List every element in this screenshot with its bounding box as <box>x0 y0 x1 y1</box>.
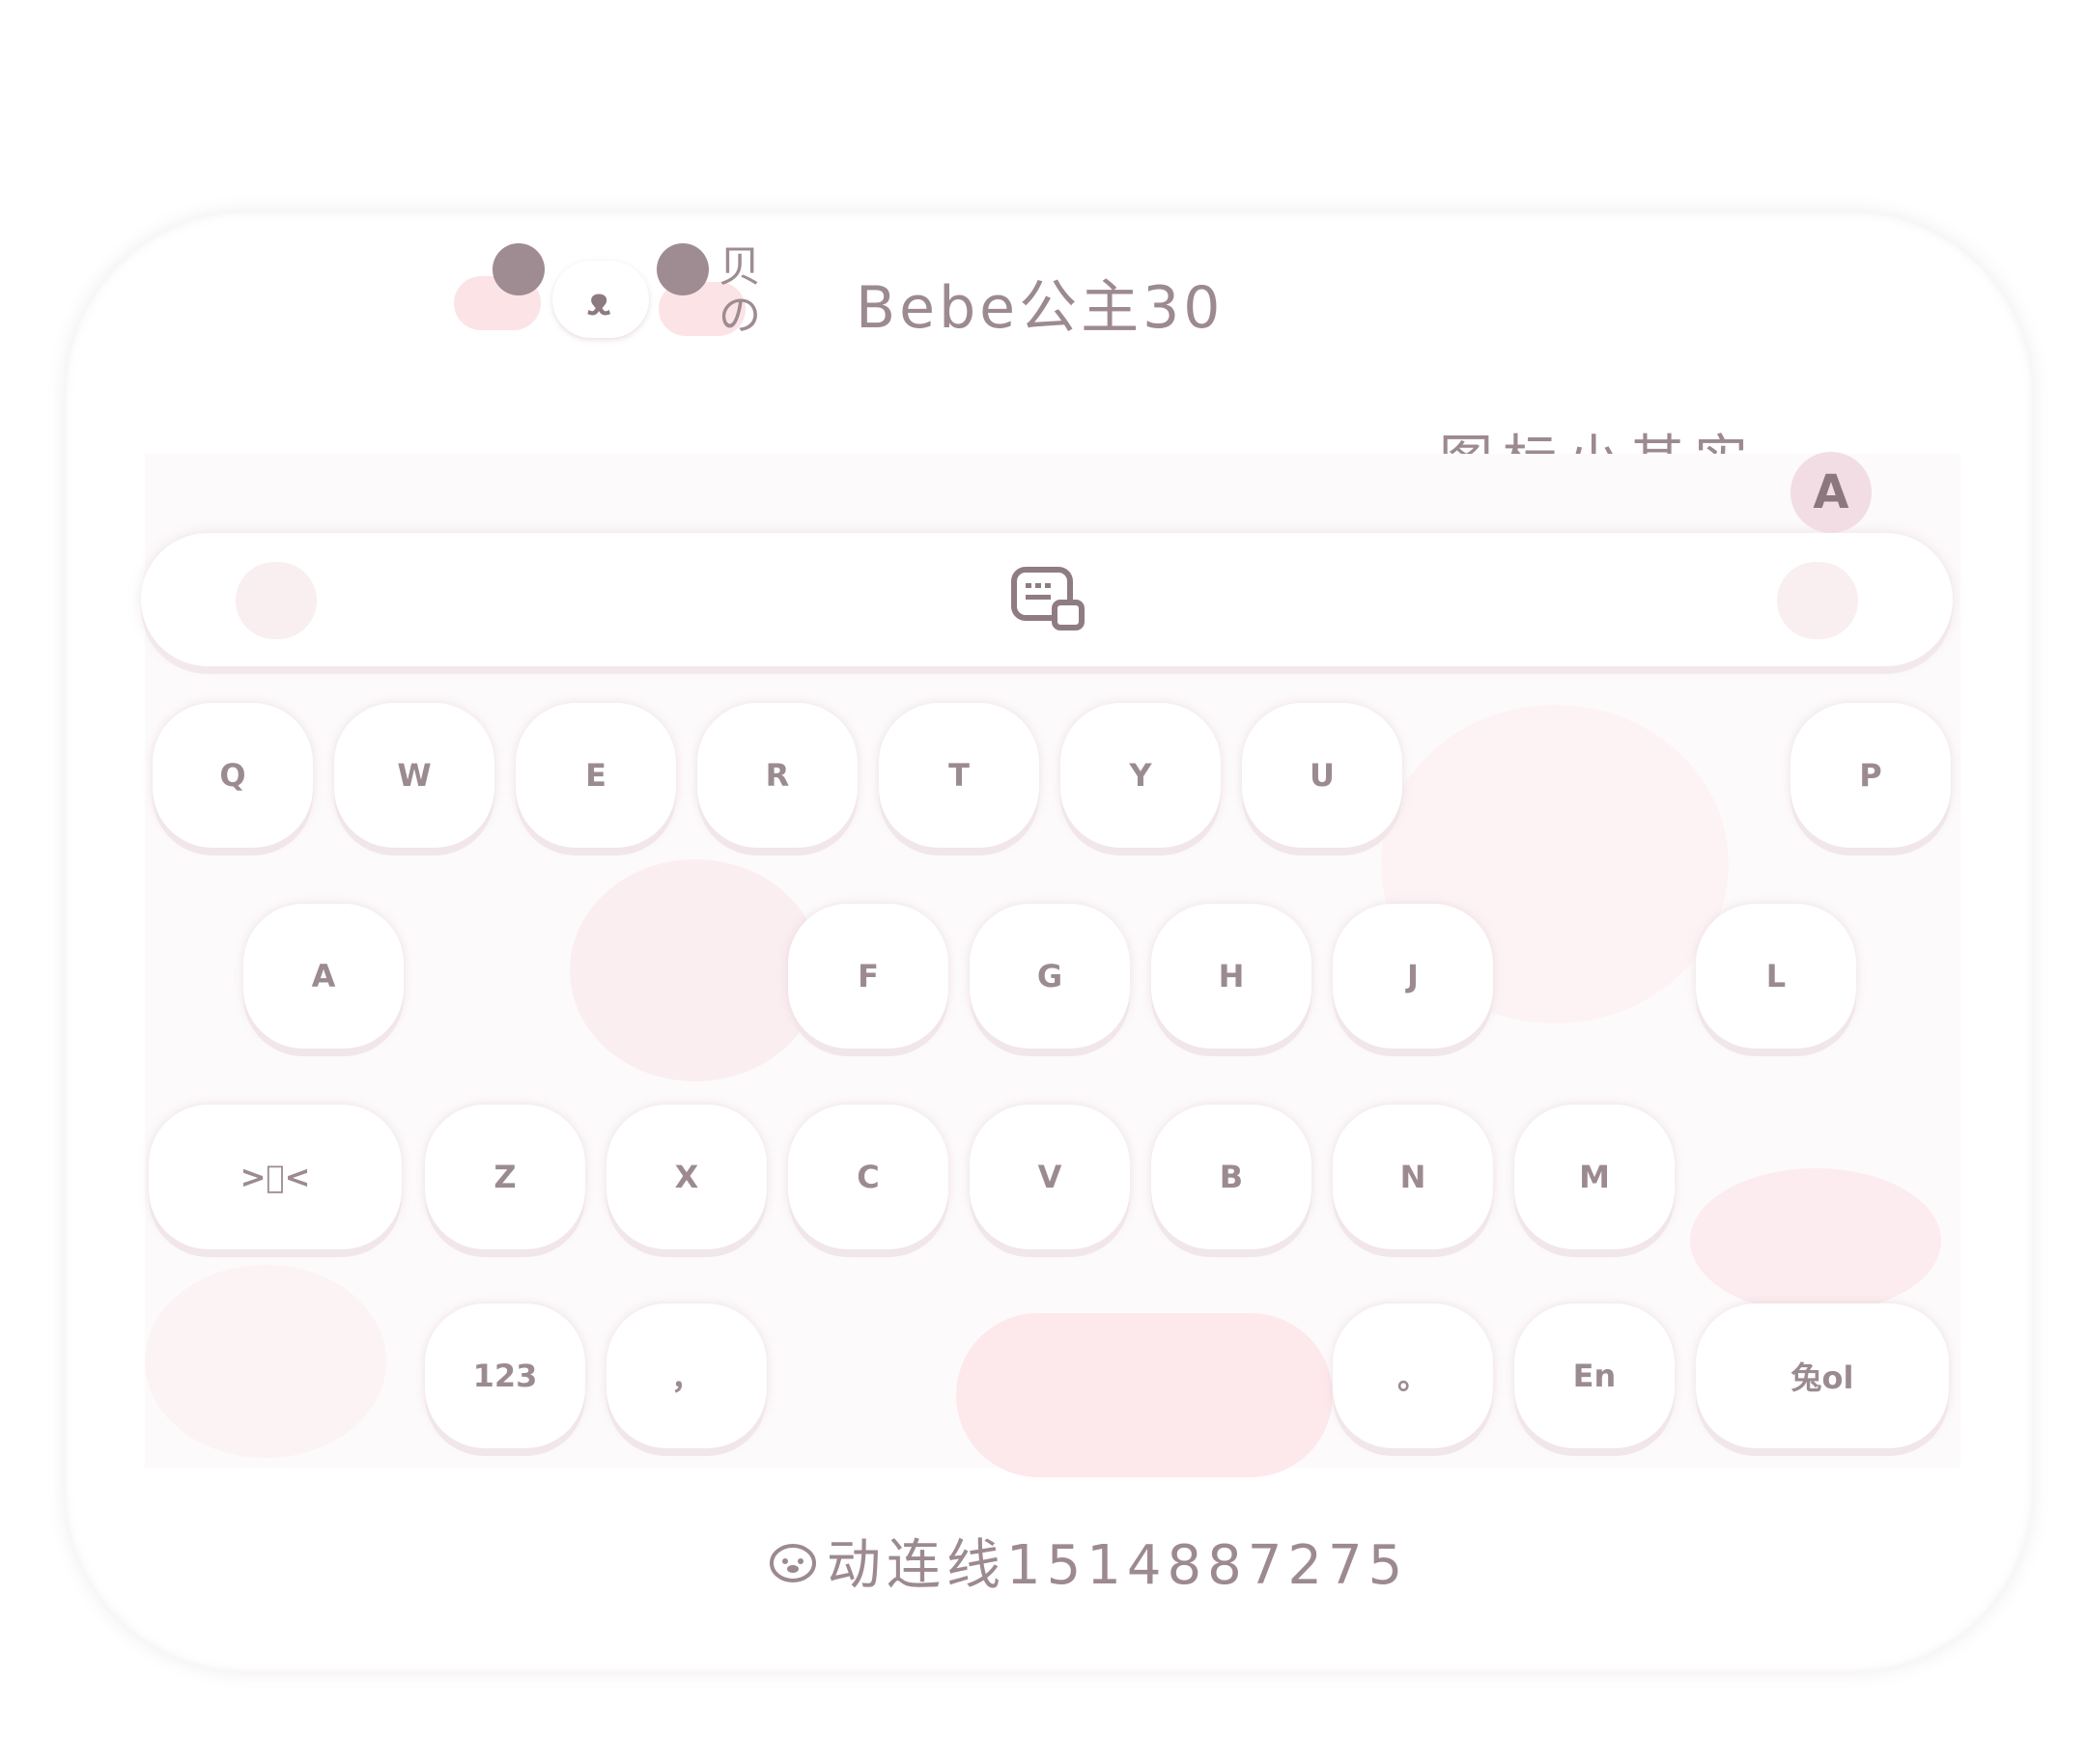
key-m[interactable]: M <box>1514 1105 1675 1249</box>
space-key[interactable] <box>802 1303 1304 1448</box>
key-c[interactable]: C <box>788 1105 948 1249</box>
bunny-face-icon <box>770 1543 816 1582</box>
key-p[interactable]: P <box>1790 703 1951 848</box>
key-g[interactable]: G <box>970 904 1130 1049</box>
key-b[interactable]: B <box>1151 1105 1311 1249</box>
key-y[interactable]: Y <box>1060 703 1221 848</box>
key-w[interactable]: W <box>334 703 494 848</box>
eye-dot <box>493 243 545 295</box>
key-v[interactable]: V <box>970 1105 1130 1249</box>
comma-key[interactable]: ， <box>606 1303 767 1448</box>
enter-key[interactable]: 兔ol <box>1696 1303 1949 1448</box>
key-x[interactable]: X <box>606 1105 767 1249</box>
bunny-icon <box>236 562 317 639</box>
key-u[interactable]: U <box>1242 703 1402 848</box>
key-a[interactable]: A <box>243 904 404 1049</box>
a-button-label: A <box>1813 465 1849 519</box>
logo-text: 贝の <box>719 242 761 340</box>
key-t[interactable]: T <box>879 703 1039 848</box>
bunny-sticker <box>145 1265 386 1458</box>
a-button[interactable]: A <box>1790 452 1872 533</box>
key-q[interactable]: Q <box>153 703 313 848</box>
bunny-icon <box>1777 562 1858 639</box>
key-n[interactable]: N <box>1333 1105 1493 1249</box>
eye-dot <box>657 243 709 295</box>
key-e[interactable]: E <box>516 703 676 848</box>
key-z[interactable]: Z <box>425 1105 585 1249</box>
logo: ᴥ 贝の <box>454 243 773 350</box>
key-j[interactable]: J <box>1333 904 1493 1049</box>
toolbar <box>141 533 1953 666</box>
shift-key[interactable]: >᪲< <box>149 1105 402 1249</box>
watermark: 动连线1514887275 <box>767 1522 1408 1600</box>
bunny-sticker <box>1690 1168 1941 1313</box>
bunny-sticker <box>570 859 821 1081</box>
language-key[interactable]: En <box>1514 1303 1675 1448</box>
numbers-key[interactable]: 123 <box>425 1303 585 1448</box>
username: Bebe公主30 <box>856 274 1225 342</box>
key-l[interactable]: L <box>1696 904 1856 1049</box>
key-f[interactable]: F <box>788 904 948 1049</box>
keyboard-switch-icon[interactable] <box>1010 566 1087 633</box>
watermark-text: 动连线1514887275 <box>827 1534 1409 1597</box>
face-icon: ᴥ <box>552 261 649 338</box>
key-r[interactable]: R <box>697 703 858 848</box>
period-key[interactable]: 。 <box>1333 1303 1493 1448</box>
key-h[interactable]: H <box>1151 904 1311 1049</box>
